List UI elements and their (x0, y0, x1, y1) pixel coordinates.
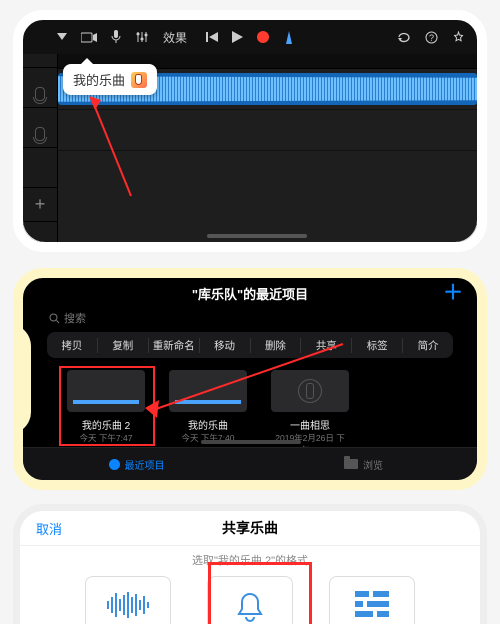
record-icon[interactable] (257, 31, 269, 43)
ctx-info[interactable]: 简介 (403, 338, 453, 353)
device-notch (23, 324, 31, 434)
clock-icon (109, 459, 120, 470)
garageband-editor-panel: 效果 ? (13, 10, 487, 252)
mic-track-icon (35, 127, 45, 141)
mic-track-icon (35, 87, 45, 101)
settings-icon[interactable] (452, 31, 465, 44)
svg-text:?: ? (429, 33, 434, 43)
annotation-arrow (89, 96, 149, 206)
annotation-arrow (143, 340, 353, 420)
dropdown-icon[interactable] (57, 33, 67, 41)
prev-icon[interactable] (206, 31, 218, 43)
browser-header: "库乐队"的最近项目 ＋ (23, 278, 477, 308)
tab-recent[interactable]: 最近项目 (23, 448, 250, 480)
format-project[interactable] (329, 576, 415, 624)
cancel-button[interactable]: 取消 (36, 519, 62, 538)
track-header-2[interactable] (23, 108, 57, 148)
blocks-icon (355, 591, 389, 619)
metronome-icon[interactable] (283, 31, 294, 44)
song-title-popup[interactable]: 我的乐曲 (63, 64, 157, 95)
format-song[interactable] (85, 576, 171, 624)
share-title: 共享乐曲 (222, 518, 278, 538)
home-indicator (207, 234, 307, 238)
play-icon[interactable] (232, 31, 243, 43)
ctx-dup[interactable]: 复制 (98, 338, 149, 353)
share-header: 取消 共享乐曲 (20, 511, 480, 546)
track-header-1[interactable] (23, 68, 57, 108)
track-headers: + (23, 54, 58, 242)
tab-bar: 最近项目 浏览 (23, 447, 477, 480)
tab-recent-label: 最近项目 (125, 457, 165, 472)
search-placeholder: 搜索 (64, 310, 86, 326)
fx-label[interactable]: 效果 (163, 29, 187, 46)
garageband-app-icon (131, 72, 147, 88)
camera-icon[interactable] (81, 32, 97, 43)
waveform-icon (105, 591, 151, 619)
editor-toolbar: 效果 ? (23, 20, 477, 54)
tab-browse[interactable]: 浏览 (250, 448, 477, 480)
search-field[interactable]: 搜索 (49, 308, 451, 328)
share-sheet-panel: 取消 共享乐曲 选取"我的乐曲 2"的格式 (13, 504, 487, 624)
selection-highlight (208, 562, 312, 624)
loop-icon[interactable] (397, 31, 411, 43)
song-title-label: 我的乐曲 (73, 70, 125, 89)
ctx-copy[interactable]: 拷贝 (47, 338, 98, 353)
mic-icon[interactable] (111, 30, 121, 44)
home-indicator (201, 440, 301, 444)
ctx-tags[interactable]: 标签 (352, 338, 403, 353)
search-icon (49, 313, 60, 324)
folder-icon (344, 459, 358, 469)
selection-highlight (59, 366, 155, 446)
sliders-icon[interactable] (135, 31, 149, 43)
file-browser-panel: "库乐队"的最近项目 ＋ 搜索 拷贝 复制 重新命名 移动 删除 共享 标签 简… (13, 268, 487, 490)
tab-browse-label: 浏览 (363, 457, 383, 472)
browser-title: "库乐队"的最近项目 (192, 284, 308, 303)
help-icon[interactable]: ? (425, 31, 438, 44)
add-button[interactable]: ＋ (443, 283, 463, 303)
